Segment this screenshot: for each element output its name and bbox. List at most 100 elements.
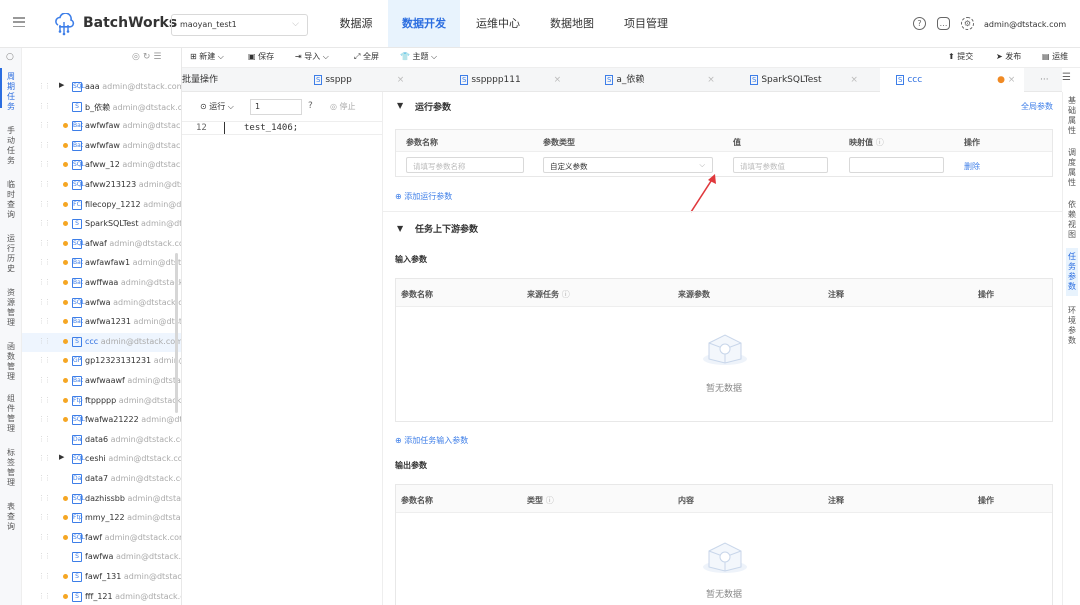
tab-batch-ops[interactable]: 批量操作 — [182, 68, 282, 92]
tree-item[interactable]: ⋮⋮ Sccc admin@dtstack.com — [22, 332, 181, 352]
run-button[interactable]: ⊙ 运行 ⌵ — [200, 101, 234, 112]
tree-item[interactable]: ⋮⋮ Sfawf_131 admin@dtstack.com — [22, 568, 181, 587]
tree-item[interactable]: ⋮⋮ Sfff_121 admin@dtstack.com — [22, 588, 181, 605]
tree-item[interactable]: ⋮⋮ FCfilecopy_1212 admin@dtstack.com — [22, 196, 181, 215]
drag-handle-icon[interactable]: ⋮⋮ — [38, 513, 51, 521]
close-icon[interactable]: × — [850, 75, 858, 85]
tree-scrollbar[interactable] — [175, 253, 178, 413]
drag-handle-icon[interactable]: ⋮⋮ — [38, 454, 51, 462]
tab-ccc[interactable]: S ccc ● × — [880, 68, 1024, 92]
rail-schedule-props[interactable]: 调度属性 — [1066, 148, 1078, 188]
close-icon[interactable]: × — [554, 75, 562, 85]
drag-handle-icon[interactable]: ⋮⋮ — [38, 141, 51, 149]
tree-item[interactable]: ⋮⋮ Batawfwfaw admin@dtstack.com — [22, 117, 181, 136]
rail-task-params[interactable]: 任务参数 — [1066, 248, 1078, 296]
nav-data-dev[interactable]: 数据开发 — [388, 0, 460, 47]
tree-item[interactable]: ⋮⋮ SQLawfwa admin@dtstack.com — [22, 294, 181, 313]
tree-item[interactable]: ⋮⋮ Batawfwfaw admin@dtstack.com — [22, 137, 181, 156]
drag-handle-icon[interactable]: ⋮⋮ — [38, 200, 51, 208]
drag-handle-icon[interactable]: ⋮⋮ — [38, 298, 51, 306]
tree-item[interactable]: ⋮⋮ Batawfwaawf admin@dtstack.com — [22, 372, 181, 391]
param-value-input[interactable]: 请填写参数值 — [733, 157, 828, 173]
tree-item[interactable]: ⋮⋮ SQL fawf admin@dtstack.com — [22, 529, 181, 548]
tab-a-dep[interactable]: S a_依赖 × — [605, 68, 727, 92]
save-button[interactable]: ▣ 保存 — [248, 51, 274, 62]
tree-item[interactable]: ⋮⋮ Batawfwa1231 admin@dtstack.com — [22, 313, 181, 332]
code-editor[interactable]: 12 test_1406; — [182, 118, 382, 605]
rail-periodic-task[interactable]: 周期任务 — [5, 72, 17, 112]
tree-item[interactable]: ⋮⋮ SQLafww213123 admin@dtstack.com — [22, 176, 181, 195]
rail-dependency-view[interactable]: 依赖视图 — [1066, 200, 1078, 240]
project-select[interactable]: maoyan_test1 ⌵ — [171, 14, 308, 36]
new-button[interactable]: ⊞ 新建 ⌵ — [190, 51, 224, 62]
add-run-param-link[interactable]: ⊕ 添加运行参数 — [395, 191, 452, 202]
tree-item[interactable]: ⋮⋮ GPgp12323131231 admin@dtstack.com — [22, 352, 181, 371]
tab-sparksqltest[interactable]: S SparkSQLTest × — [750, 68, 875, 92]
tree-item[interactable]: ⋮⋮ SQLdazhissbb admin@dtstack.com — [22, 490, 181, 509]
run-limit-input[interactable]: 1 — [250, 99, 302, 115]
nav-datasource[interactable]: 数据源 — [330, 0, 382, 47]
help-icon[interactable]: ? — [308, 101, 313, 111]
tree-item[interactable]: ⋮⋮ Batawffwaa admin@dtstack.com — [22, 274, 181, 293]
tree-item[interactable]: ⋮⋮ Sb_依赖 admin@dtstack.com — [22, 98, 181, 117]
message-icon[interactable]: … — [937, 17, 950, 30]
rail-tag-manage[interactable]: 标签管理 — [5, 448, 17, 488]
drag-handle-icon[interactable]: ⋮⋮ — [38, 552, 51, 560]
rail-temp-query[interactable]: 临时查询 — [5, 180, 17, 220]
drag-handle-icon[interactable]: ⋮⋮ — [38, 494, 51, 502]
caret-right-icon[interactable]: ▶ — [59, 81, 64, 89]
rail-function-manage[interactable]: 函数管理 — [5, 342, 17, 382]
global-params-link[interactable]: 全局参数 — [1021, 101, 1053, 112]
collapse-icon[interactable]: ▼ — [397, 101, 403, 110]
tree-item[interactable]: ⋮⋮ ▶ SQL aaa admin@dtstack.com — [22, 78, 181, 97]
drag-handle-icon[interactable]: ⋮⋮ — [38, 121, 51, 129]
tree-item[interactable]: ⋮⋮ Dadata6 admin@dtstack.com — [22, 431, 181, 450]
rail-basic-props[interactable]: 基础属性 — [1066, 96, 1078, 136]
rail-table-query[interactable]: 表查询 — [5, 502, 17, 532]
tree-item[interactable]: ⋮⋮ SQLafww_12 admin@dtstack.com — [22, 156, 181, 175]
theme-button[interactable]: 👕 主题 ⌵ — [400, 51, 437, 62]
drag-handle-icon[interactable]: ⋮⋮ — [38, 572, 51, 580]
ops-button[interactable]: ▤ 运维 — [1042, 51, 1068, 62]
drag-handle-icon[interactable]: ⋮⋮ — [38, 592, 51, 600]
delete-link[interactable]: 删除 — [964, 161, 980, 172]
drag-handle-icon[interactable]: ⋮⋮ — [38, 415, 51, 423]
drag-handle-icon[interactable]: ⋮⋮ — [38, 102, 51, 110]
drag-handle-icon[interactable]: ⋮⋮ — [38, 82, 51, 90]
drag-handle-icon[interactable]: ⋮⋮ — [38, 258, 51, 266]
drag-handle-icon[interactable]: ⋮⋮ — [38, 435, 51, 443]
nav-project-manage[interactable]: 项目管理 — [616, 0, 676, 47]
tree-item[interactable]: ⋮⋮ ▶ SQLceshi admin@dtstack.com — [22, 450, 181, 469]
drag-handle-icon[interactable]: ⋮⋮ — [38, 474, 51, 482]
tree-item[interactable]: ⋮⋮ Sfawfwa admin@dtstack.com — [22, 548, 181, 567]
close-icon[interactable]: × — [1008, 75, 1016, 85]
tree-item[interactable]: ⋮⋮ SQLafwaf admin@dtstack.com — [22, 235, 181, 254]
import-button[interactable]: ⇥ 导入 ⌵ — [295, 51, 329, 62]
drag-handle-icon[interactable]: ⋮⋮ — [38, 160, 51, 168]
submit-button[interactable]: ⬆ 提交 — [948, 51, 973, 62]
drag-handle-icon[interactable]: ⋮⋮ — [38, 219, 51, 227]
close-icon[interactable]: × — [397, 75, 405, 85]
nav-ops-center[interactable]: 运维中心 — [468, 0, 528, 47]
tree-item[interactable]: ⋮⋮ SSparkSQLTest admin@dtstack.com — [22, 215, 181, 234]
stop-button[interactable]: ◎ 停止 — [330, 101, 356, 112]
drag-handle-icon[interactable]: ⋮⋮ — [38, 317, 51, 325]
param-name-input[interactable]: 请填写参数名称 — [406, 157, 524, 173]
rail-env-params[interactable]: 环境参数 — [1066, 306, 1078, 346]
tab-sspppp111[interactable]: S sspppp111 × — [460, 68, 582, 92]
drag-handle-icon[interactable]: ⋮⋮ — [38, 533, 51, 541]
more-tabs-icon[interactable]: ··· — [1040, 68, 1062, 92]
list-icon[interactable]: ☰ — [1062, 72, 1071, 83]
caret-right-icon[interactable]: ▶ — [59, 453, 64, 461]
user-account[interactable]: admin@dtstack.com — [984, 20, 1066, 29]
drag-handle-icon[interactable]: ⋮⋮ — [38, 376, 51, 384]
add-input-param-link[interactable]: ⊕ 添加任务输入参数 — [395, 435, 468, 446]
help-icon[interactable]: ? — [913, 17, 926, 30]
rail-resource-manage[interactable]: 资源管理 — [5, 288, 17, 328]
tree-item[interactable]: ⋮⋮ SQLfwafwa21222 admin@dtstack.com — [22, 411, 181, 430]
search-icon[interactable]: ○ — [6, 52, 14, 62]
rail-manual-task[interactable]: 手动任务 — [5, 126, 17, 166]
close-icon[interactable]: × — [707, 75, 715, 85]
publish-button[interactable]: ➤ 发布 — [996, 51, 1021, 62]
gear-icon[interactable]: ⚙ — [961, 17, 974, 30]
